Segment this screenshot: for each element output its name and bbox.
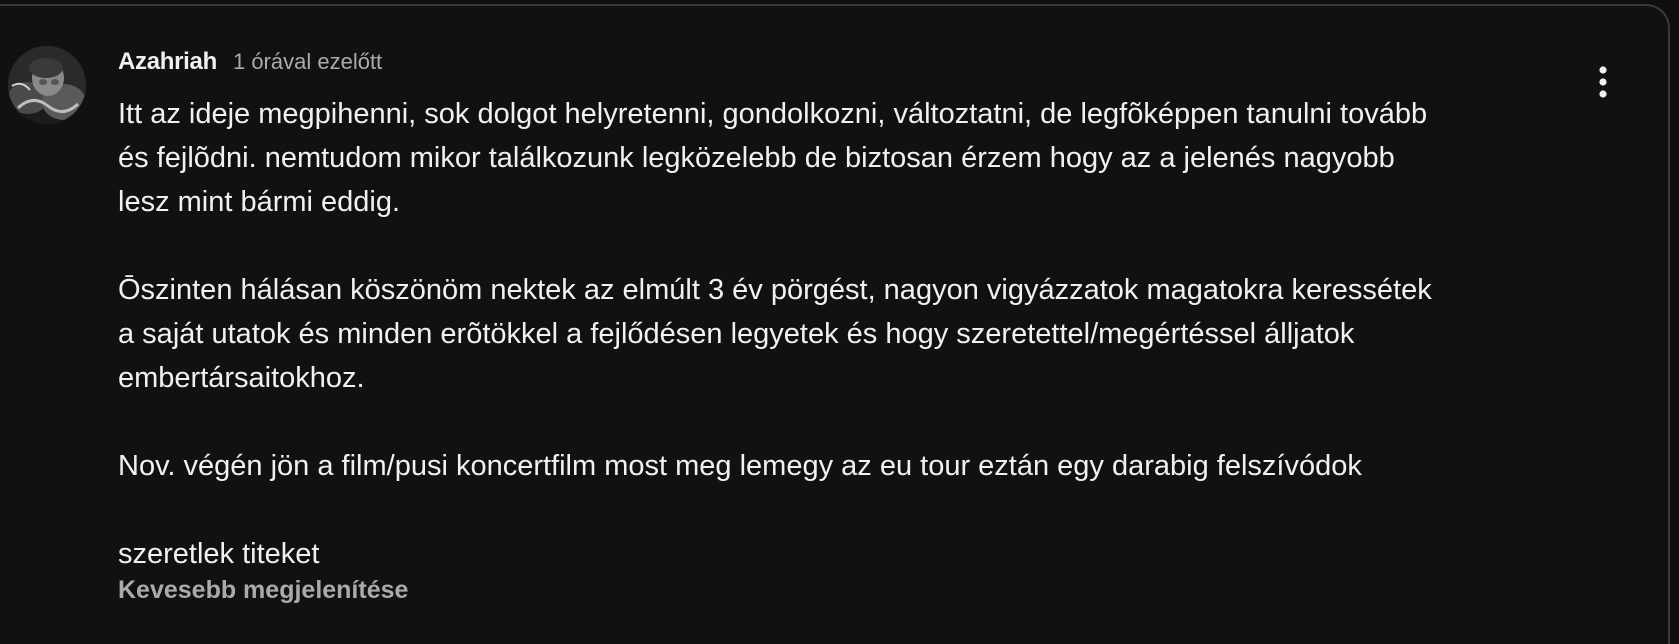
comment-line: szeretlek titeket	[118, 538, 320, 570]
more-actions-button[interactable]	[1580, 62, 1626, 108]
comment-card: Azahriah 1 órával ezelőtt Itt az ideje m…	[0, 4, 1670, 644]
comment-line: és fejlõdni. nemtudom mikor találkozunk …	[118, 142, 1395, 174]
show-less-button[interactable]: Kevesebb megjelenítése	[118, 573, 408, 607]
comment-line: Nov. végén jön a film/pusi koncertfilm m…	[118, 450, 1362, 482]
avatar[interactable]	[8, 46, 86, 124]
comment-line: Ōszinten hálásan köszönöm nektek az elmú…	[118, 274, 1432, 306]
comment-line: Itt az ideje megpihenni, sok dolgot hely…	[118, 98, 1428, 130]
more-vert-icon	[1599, 66, 1607, 98]
comment-timestamp[interactable]: 1 órával ezelőtt	[233, 49, 382, 75]
comment-line: embertársaitokhoz.	[118, 362, 365, 394]
comment-line: a saját utatok és minden erõtökkel a fej…	[118, 318, 1355, 350]
author-name[interactable]: Azahriah	[118, 48, 217, 76]
comment-line: lesz mint bármi eddig.	[118, 186, 401, 218]
comment-header: Azahriah 1 órával ezelőtt	[118, 46, 382, 78]
comment-text: Itt az ideje megpihenni, sok dolgot hely…	[118, 92, 1558, 576]
user-avatar-photo-icon	[8, 46, 86, 124]
